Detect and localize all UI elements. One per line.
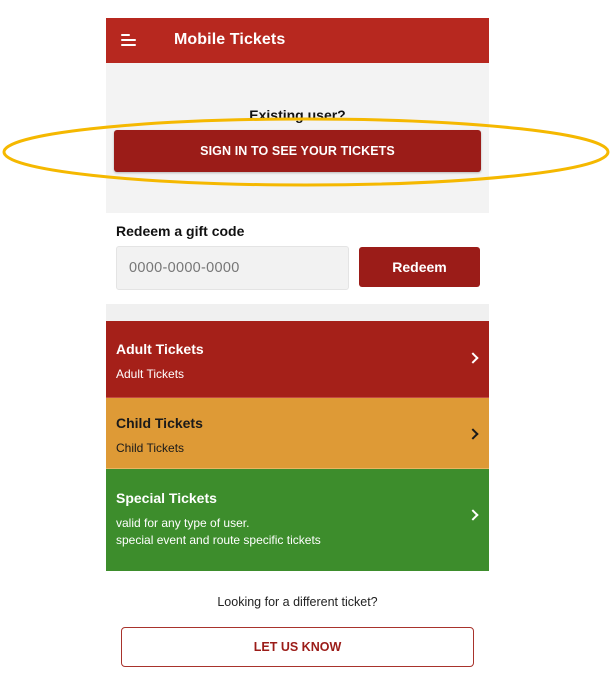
existing-user-label: Existing user? — [249, 107, 346, 123]
ticket-description: Adult Tickets — [116, 367, 185, 381]
chevron-right-icon — [467, 509, 479, 521]
chevron-right-icon — [467, 352, 479, 364]
different-ticket-label: Looking for a different ticket? — [217, 595, 378, 609]
ticket-title: Adult Tickets — [116, 341, 204, 357]
ticket-title: Special Tickets — [116, 490, 217, 506]
gift-code-input[interactable] — [116, 246, 349, 290]
hamburger-menu-icon[interactable] — [121, 33, 136, 46]
redeem-title: Redeem a gift code — [116, 223, 245, 239]
chevron-right-icon — [467, 428, 479, 440]
ticket-description: Child Tickets — [116, 441, 185, 455]
ticket-title: Child Tickets — [116, 415, 203, 431]
redeem-gift-section: Redeem a gift code Redeem — [106, 213, 489, 315]
app-header: Mobile Tickets — [106, 18, 489, 63]
redeem-button[interactable]: Redeem — [359, 247, 480, 287]
ticket-category-adult[interactable]: Adult Tickets Adult Tickets — [106, 321, 489, 398]
ticket-description: valid for any type of user. special even… — [116, 515, 321, 549]
page-title: Mobile Tickets — [174, 31, 286, 48]
ticket-category-child[interactable]: Child Tickets Child Tickets — [106, 398, 489, 469]
section-divider — [106, 304, 489, 321]
ticket-description-line: valid for any type of user. — [116, 516, 250, 530]
ticket-category-special[interactable]: Special Tickets valid for any type of us… — [106, 469, 489, 571]
signin-section: Existing user? SIGN IN TO SEE YOUR TICKE… — [106, 63, 489, 213]
sign-in-button[interactable]: SIGN IN TO SEE YOUR TICKETS — [114, 130, 481, 172]
ticket-description-line: special event and route specific tickets — [116, 533, 321, 547]
let-us-know-button[interactable]: LET US KNOW — [121, 627, 474, 667]
mobile-tickets-screen: Mobile Tickets Existing user? SIGN IN TO… — [106, 18, 489, 677]
